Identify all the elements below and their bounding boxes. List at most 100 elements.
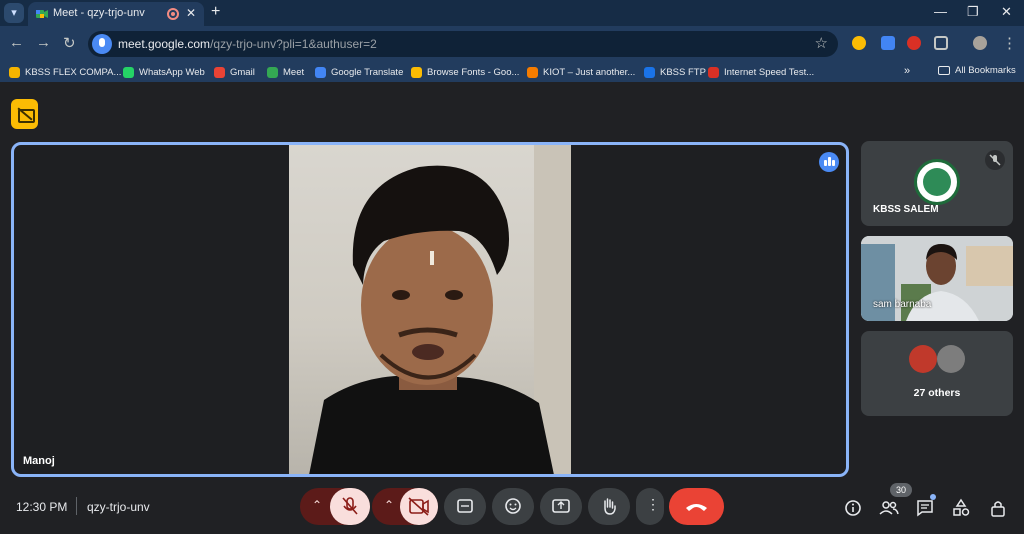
participant-video bbox=[289, 145, 571, 474]
participant-figure bbox=[309, 145, 571, 474]
url-text: meet.google.com/qzy-trjo-unv?pli=1&authu… bbox=[118, 37, 377, 51]
bookmark-label: WhatsApp Web bbox=[139, 66, 205, 78]
bookmark-item[interactable]: Browse Fonts - Goo... bbox=[411, 65, 519, 79]
mic-toggle-button[interactable] bbox=[330, 488, 370, 525]
bookmark-item[interactable]: KIOT – Just another... bbox=[527, 65, 635, 79]
bookmark-favicon-icon bbox=[527, 66, 538, 78]
bookmark-label: KIOT – Just another... bbox=[543, 66, 636, 78]
closed-captions-icon bbox=[457, 499, 473, 513]
new-tab-button[interactable]: + bbox=[211, 3, 220, 21]
chat-icon[interactable] bbox=[915, 498, 935, 518]
bookmark-item[interactable]: Google Translate bbox=[315, 65, 403, 79]
profile-avatar[interactable] bbox=[973, 36, 987, 50]
participant-name: Manoj bbox=[23, 455, 55, 467]
extension-icon[interactable] bbox=[852, 36, 866, 50]
address-bar[interactable]: meet.google.com/qzy-trjo-unv?pli=1&authu… bbox=[88, 31, 838, 57]
bookmark-label: KBSS FTP bbox=[660, 66, 706, 78]
kbss-logo bbox=[914, 159, 960, 205]
mic-off-icon bbox=[985, 150, 1005, 170]
bookmarks-bar: KBSS FLEX COMPA... WhatsApp Web Gmail Meet G… bbox=[0, 62, 1024, 82]
meet-icon bbox=[36, 10, 48, 18]
camera-control-group: ⌃ bbox=[372, 488, 438, 525]
leave-call-button[interactable] bbox=[669, 488, 724, 525]
folder-icon bbox=[938, 66, 950, 75]
camera-off-icon bbox=[408, 497, 429, 516]
chat-notification-dot bbox=[930, 494, 936, 500]
captions-button[interactable] bbox=[444, 488, 486, 525]
all-bookmarks-label: All Bookmarks bbox=[955, 65, 1016, 76]
participant-tile-sam-barnaba[interactable]: sam barnaba bbox=[861, 236, 1013, 321]
more-options-button[interactable]: ⋮ bbox=[636, 488, 664, 525]
present-icon bbox=[552, 499, 570, 513]
others-count-label: 27 others bbox=[913, 387, 961, 399]
mic-off-icon bbox=[342, 497, 358, 515]
raise-hand-button[interactable] bbox=[588, 488, 630, 525]
all-bookmarks-folder[interactable]: All Bookmarks bbox=[938, 65, 1016, 76]
close-window-button[interactable]: ✕ bbox=[1001, 4, 1012, 20]
bookmark-star-icon[interactable]: ☆ bbox=[815, 34, 828, 52]
tab-strip: ▾ Meet - qzy-trjo-unv ✕ + — ❐ ✕ bbox=[0, 0, 1024, 26]
bookmark-label: Meet bbox=[283, 66, 305, 78]
mic-control-group: ⌃ bbox=[300, 488, 370, 525]
close-tab-icon[interactable]: ✕ bbox=[186, 6, 196, 20]
people-icon[interactable] bbox=[879, 498, 899, 518]
forward-button[interactable]: → bbox=[36, 34, 51, 51]
puzzle-icon[interactable] bbox=[934, 36, 948, 50]
main-participant-tile[interactable]: Manoj bbox=[11, 142, 849, 477]
bookmark-favicon-icon bbox=[644, 66, 655, 78]
participant-name: sam barnaba bbox=[873, 299, 932, 310]
speaking-indicator-icon bbox=[819, 152, 839, 172]
microphone-icon[interactable] bbox=[92, 34, 112, 54]
bookmark-item[interactable]: KBSS FTP bbox=[644, 65, 706, 79]
tab-search-button[interactable]: ▾ bbox=[4, 3, 24, 23]
participant-name: KBSS SALEM bbox=[873, 204, 939, 215]
bookmark-item[interactable]: Gmail bbox=[214, 65, 255, 79]
bookmark-item[interactable]: WhatsApp Web bbox=[123, 65, 205, 79]
bookmark-label: Google Translate bbox=[331, 66, 404, 78]
bookmark-label: Browse Fonts - Goo... bbox=[427, 66, 520, 78]
host-controls-lock-icon[interactable] bbox=[988, 498, 1008, 518]
extension-icon[interactable] bbox=[907, 36, 921, 50]
bookmark-favicon-icon bbox=[267, 66, 278, 78]
bookmark-label: KBSS FLEX COMPA... bbox=[25, 66, 122, 78]
participants-count-badge: 30 bbox=[890, 483, 912, 497]
bookmark-item[interactable]: KBSS FLEX COMPA... bbox=[9, 65, 121, 79]
participant-tile-kbss-salem[interactable]: KBSS SALEM bbox=[861, 141, 1013, 226]
more-vert-icon: ⋮ bbox=[646, 496, 660, 512]
bookmark-favicon-icon bbox=[214, 66, 225, 78]
reactions-button[interactable] bbox=[492, 488, 534, 525]
restore-button[interactable]: ❐ bbox=[967, 4, 979, 20]
avatar bbox=[937, 345, 965, 373]
clock-time: 12:30 PM bbox=[16, 500, 68, 514]
avatar bbox=[909, 345, 937, 373]
hand-icon bbox=[604, 498, 616, 515]
bookmark-item[interactable]: Internet Speed Test... bbox=[708, 65, 814, 79]
bookmark-favicon-icon bbox=[411, 66, 422, 78]
extension-icon[interactable] bbox=[881, 36, 895, 50]
captions-off-icon[interactable] bbox=[11, 99, 38, 129]
emoji-icon bbox=[505, 498, 521, 514]
meeting-code: qzy-trjo-unv bbox=[87, 500, 150, 514]
activities-icon[interactable] bbox=[951, 498, 971, 518]
bookmark-label: Gmail bbox=[230, 66, 255, 78]
divider bbox=[76, 497, 77, 515]
camera-options-chevron-icon[interactable]: ⌃ bbox=[384, 498, 394, 512]
camera-toggle-button[interactable] bbox=[400, 488, 438, 525]
bookmark-favicon-icon bbox=[708, 66, 719, 78]
reload-button[interactable]: ↻ bbox=[63, 34, 76, 52]
mic-options-chevron-icon[interactable]: ⌃ bbox=[312, 498, 322, 512]
present-screen-button[interactable] bbox=[540, 488, 582, 525]
browser-tab-meet[interactable]: Meet - qzy-trjo-unv ✕ bbox=[28, 2, 204, 26]
browser-menu-icon[interactable]: ⋮ bbox=[1002, 34, 1017, 52]
bookmark-item[interactable]: Meet bbox=[267, 65, 304, 79]
recording-icon bbox=[167, 8, 179, 20]
more-bookmarks-button[interactable]: » bbox=[904, 65, 910, 77]
end-call-icon bbox=[686, 504, 707, 511]
bookmark-favicon-icon bbox=[123, 66, 134, 78]
meeting-info-icon[interactable] bbox=[843, 498, 863, 518]
minimize-button[interactable]: — bbox=[934, 4, 947, 19]
bookmark-favicon-icon bbox=[9, 66, 20, 78]
back-button[interactable]: ← bbox=[9, 34, 24, 51]
meet-stage: Manoj KBSS SALEM sam barnaba 27 others bbox=[0, 82, 1024, 534]
others-tile[interactable]: 27 others bbox=[861, 331, 1013, 416]
